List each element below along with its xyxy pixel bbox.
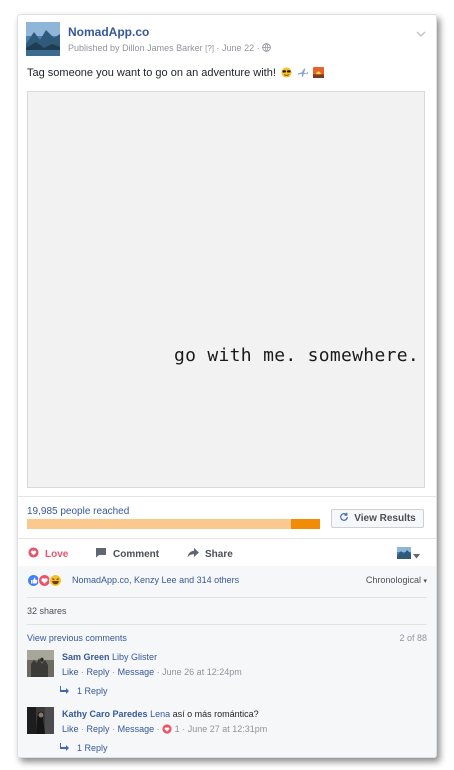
- view-results-button[interactable]: View Results: [331, 509, 424, 528]
- like-reaction-icon: [27, 574, 40, 592]
- action-bar: Love Comment Share: [18, 538, 436, 567]
- divider: [27, 624, 427, 625]
- post-message: Tag someone you want to go on an adventu…: [27, 67, 276, 79]
- reaction-icons[interactable]: [27, 574, 62, 592]
- comment-time[interactable]: June 26 at 12:24pm: [162, 667, 242, 677]
- meta-separator: ·: [112, 667, 116, 677]
- chevron-down-icon[interactable]: [414, 26, 428, 37]
- post-text: Tag someone you want to go on an adventu…: [27, 67, 325, 79]
- refresh-icon: [339, 512, 349, 525]
- view-replies-link[interactable]: 1 Reply: [60, 686, 108, 696]
- tagged-user-link[interactable]: Liby Glister: [112, 652, 157, 662]
- reactions-summary: NomadApp.co, Kenzy Lee and 314 others Ch…: [27, 574, 427, 588]
- page-thumbnail-icon: [397, 546, 411, 564]
- insights-bar: 19,985 people reached View Results: [18, 496, 436, 539]
- comment-order-dropdown[interactable]: Chronological ▾: [366, 575, 427, 585]
- reply-arrow-icon: [60, 743, 69, 753]
- comment-text: así o más romántica?: [172, 709, 259, 719]
- love-reaction-icon[interactable]: [162, 724, 172, 736]
- sunglasses-emoji-icon: [281, 67, 292, 78]
- comment-line: Kathy Caro Paredes Lena así o más románt…: [62, 709, 259, 719]
- love-icon: [28, 547, 39, 561]
- post-header: NomadApp.co Published by Dillon James Ba…: [26, 22, 428, 62]
- comment-line: Sam Green Liby Glister: [62, 652, 157, 662]
- comment-icon: [95, 547, 107, 561]
- tagged-user-link[interactable]: Lena: [150, 709, 170, 719]
- comment-reply-link[interactable]: Reply: [87, 667, 110, 677]
- comment-item: Sam Green Liby Glister Like · Reply · Me…: [27, 650, 427, 700]
- view-results-label: View Results: [354, 513, 416, 524]
- replies-count: 1 Reply: [77, 743, 108, 753]
- globe-icon[interactable]: [262, 43, 271, 54]
- view-replies-link[interactable]: 1 Reply: [60, 743, 108, 753]
- commenter-name-link[interactable]: Kathy Caro Paredes: [62, 709, 148, 719]
- meta-separator: ·: [182, 724, 186, 734]
- reply-arrow-icon: [60, 686, 69, 696]
- comment-like-link[interactable]: Like: [62, 724, 79, 734]
- reach-count-link[interactable]: 19,985 people reached: [27, 506, 129, 517]
- order-caret: ▾: [423, 578, 427, 585]
- love-label: Love: [45, 548, 69, 560]
- comment-meta: Like · Reply · Message · June 26 at 12:2…: [62, 667, 242, 677]
- post-card: NomadApp.co Published by Dillon James Ba…: [17, 14, 437, 758]
- caret-down-icon: [413, 546, 420, 564]
- reactions-text-link[interactable]: NomadApp.co, Kenzy Lee and 314 others: [72, 575, 239, 585]
- meta-separator: ·: [216, 43, 220, 53]
- replies-count: 1 Reply: [77, 686, 108, 696]
- haha-reaction-icon: [49, 574, 62, 592]
- meta-separator: ·: [112, 724, 116, 734]
- comment-item: Kathy Caro Paredes Lena así o más románt…: [27, 707, 427, 757]
- published-prefix: Published by: [68, 43, 120, 53]
- post-as-selector[interactable]: [397, 546, 420, 564]
- comment-reply-link[interactable]: Reply: [87, 724, 110, 734]
- comment-page-count: 2 of 88: [399, 633, 427, 643]
- airplane-emoji-icon: [297, 67, 309, 78]
- sunset-emoji-icon: [313, 67, 325, 78]
- page-avatar[interactable]: [26, 22, 60, 56]
- image-caption: go with me. somewhere.: [173, 345, 419, 366]
- feedback-section: NomadApp.co, Kenzy Lee and 314 others Ch…: [18, 566, 436, 757]
- meta-separator: ·: [81, 667, 85, 677]
- post-image[interactable]: go with me. somewhere.: [27, 91, 425, 488]
- commenter-name-link[interactable]: Sam Green: [62, 652, 110, 662]
- comment-like-link[interactable]: Like: [62, 667, 79, 677]
- view-previous-comments-link[interactable]: View previous comments: [27, 633, 127, 643]
- reach-progress-fill: [290, 519, 320, 529]
- meta-separator: ·: [156, 724, 160, 734]
- meta-separator: ·: [81, 724, 85, 734]
- commenter-avatar[interactable]: [27, 650, 54, 677]
- shares-link[interactable]: 32 shares: [27, 606, 67, 616]
- comment-meta: Like · Reply · Message · 1 · June 27 at …: [62, 724, 267, 736]
- meta-separator: ·: [256, 43, 260, 53]
- comment-reaction-count[interactable]: 1: [175, 724, 180, 734]
- author-help[interactable]: [?]: [205, 44, 214, 53]
- divider: [27, 597, 427, 598]
- page-name-link[interactable]: NomadApp.co: [68, 25, 149, 39]
- published-line: Published by Dillon James Barker [?] · J…: [68, 43, 271, 54]
- comment-message-link[interactable]: Message: [118, 667, 155, 677]
- share-icon: [187, 547, 199, 561]
- commenter-avatar[interactable]: [27, 707, 54, 734]
- reach-progress-bar: [27, 519, 320, 529]
- author-link[interactable]: Dillon James Barker: [122, 43, 203, 53]
- share-label: Share: [205, 548, 233, 560]
- comment-button[interactable]: Comment: [95, 547, 436, 561]
- meta-separator: ·: [156, 667, 160, 677]
- post-date[interactable]: June 22: [222, 43, 254, 53]
- share-button[interactable]: Share: [187, 547, 233, 561]
- comment-message-link[interactable]: Message: [118, 724, 155, 734]
- comment-time[interactable]: June 27 at 12:31pm: [188, 724, 268, 734]
- comment-order-label: Chronological: [365, 575, 421, 585]
- love-button[interactable]: Love: [28, 547, 68, 561]
- comment-label: Comment: [113, 548, 160, 560]
- love-reaction-icon: [38, 574, 51, 592]
